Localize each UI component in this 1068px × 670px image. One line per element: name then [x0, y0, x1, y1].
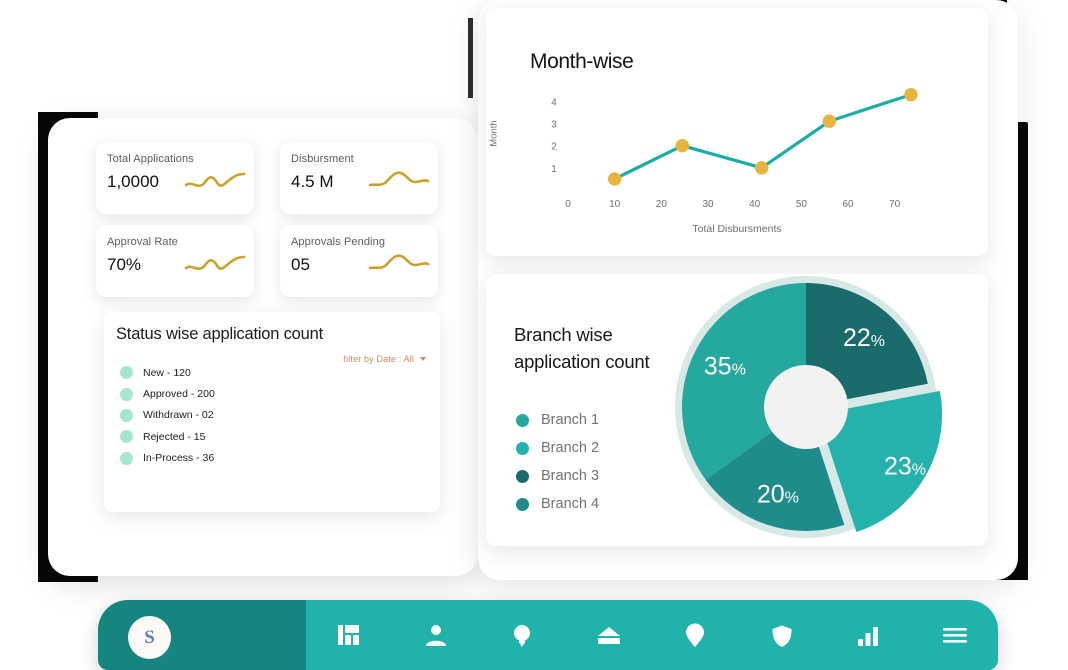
nav-item-menu[interactable]	[912, 600, 999, 670]
sparkline-icon	[184, 255, 246, 271]
status-dot	[120, 387, 133, 401]
legend-label: Branch 4	[541, 496, 600, 512]
status-wise-application-count-card: Status wise application count filter by …	[104, 312, 440, 512]
app-logo[interactable]: S	[128, 616, 171, 659]
kpi-label: Approvals Pending	[291, 236, 386, 248]
kpi-label: Disbursment	[291, 153, 354, 165]
branch-wise-chart-card: Branch wise application count Branch 1 B…	[486, 274, 988, 546]
x-tick-labels: 0 10 20 30 40 50 60 70	[565, 199, 900, 210]
svg-text:4: 4	[551, 97, 557, 108]
legend-color-swatch	[516, 497, 529, 511]
svg-text:30: 30	[702, 199, 714, 210]
status-label: In-Process - 36	[143, 452, 215, 465]
shield-icon	[772, 625, 792, 647]
list-item[interactable]: Approved - 200	[120, 383, 215, 404]
home-icon	[597, 627, 620, 644]
status-card-title: Status wise application count	[116, 325, 323, 343]
kpi-label: Total Applications	[107, 153, 194, 165]
kpi-card-approvals-pending[interactable]: Approvals Pending 05	[280, 225, 438, 297]
bottom-navigation-bar: S	[98, 600, 998, 670]
kpi-value: 70%	[107, 255, 142, 274]
status-list: New - 120 Approved - 200 Withdrawn - 02 …	[120, 362, 215, 469]
kpi-label: Approval Rate	[107, 236, 179, 248]
device-frame-tick	[468, 18, 473, 98]
status-label: Withdrawn - 02	[143, 409, 214, 422]
filter-by-date-label: filter by Date : All	[343, 354, 414, 364]
list-item[interactable]: New - 120	[120, 362, 215, 383]
svg-text:50: 50	[796, 199, 808, 210]
list-item[interactable]: Withdrawn - 02	[120, 405, 215, 426]
kpi-value: 05	[291, 255, 310, 274]
legend-color-swatch	[516, 413, 529, 427]
chevron-down-icon	[420, 357, 426, 361]
legend-label: Branch 2	[541, 440, 600, 456]
legend-item[interactable]: Branch 2	[516, 434, 599, 462]
kpi-value: 4.5 M	[291, 172, 334, 191]
status-label: Rejected - 15	[143, 430, 206, 443]
location-pin-icon	[686, 623, 705, 647]
nav-item-reports[interactable]	[825, 600, 912, 670]
status-dot	[120, 366, 133, 380]
svg-text:1: 1	[551, 164, 557, 175]
nav-item-insights[interactable]	[479, 600, 566, 670]
chart-legend: Branch 1 Branch 2 Branch 3 Branch 4	[516, 406, 599, 518]
user-icon	[425, 625, 446, 646]
list-item[interactable]: Rejected - 15	[120, 426, 215, 447]
legend-item[interactable]: Branch 1	[516, 406, 599, 434]
lightbulb-icon	[514, 625, 531, 647]
kpi-card-approval-rate[interactable]: Approval Rate 70%	[96, 225, 254, 297]
line-chart-plot: 1 2 3 4 0 10 20 30 40 50 60 70	[551, 87, 918, 210]
sparkline-icon	[184, 172, 246, 188]
status-label: Approved - 200	[143, 388, 215, 401]
nav-items	[306, 600, 998, 670]
svg-text:20: 20	[656, 199, 668, 210]
legend-item[interactable]: Branch 4	[516, 490, 599, 518]
chart-title: Month-wise	[530, 50, 634, 73]
data-point-markers	[607, 87, 918, 186]
legend-color-swatch	[516, 441, 529, 455]
svg-text:70: 70	[889, 199, 901, 210]
nav-item-security[interactable]	[739, 600, 826, 670]
svg-text:40: 40	[749, 199, 761, 210]
list-item[interactable]: In-Process - 36	[120, 448, 215, 469]
nav-item-users[interactable]	[393, 600, 480, 670]
kpi-value: 1,0000	[107, 172, 159, 191]
status-label: New - 120	[143, 366, 191, 379]
svg-text:3: 3	[551, 119, 557, 130]
svg-text:10: 10	[609, 199, 621, 210]
status-dot	[120, 408, 133, 422]
filter-by-date-dropdown[interactable]: filter by Date : All	[343, 354, 426, 364]
chart-x-axis-label: Total Disbursments	[692, 223, 782, 235]
month-wise-chart-card: Month-wise Month Total Disbursments 1 2 3 4…	[486, 8, 988, 256]
y-tick-labels: 1 2 3 4	[551, 97, 557, 175]
sparkline-icon	[368, 171, 430, 187]
status-dot	[120, 430, 133, 444]
bar-chart-icon	[858, 627, 879, 646]
kpi-card-disbursment[interactable]: Disbursment 4.5 M	[280, 142, 438, 214]
donut-chart-plot: 22%23%20%35%	[675, 276, 943, 538]
nav-item-home[interactable]	[566, 600, 653, 670]
nav-brand-panel: S	[98, 600, 306, 670]
legend-label: Branch 3	[541, 468, 600, 484]
nav-item-locations[interactable]	[652, 600, 739, 670]
donut-center-hole	[764, 365, 848, 449]
svg-text:60: 60	[842, 199, 854, 210]
status-dot	[120, 451, 133, 465]
legend-color-swatch	[516, 469, 529, 483]
chart-y-axis-label: Month	[488, 120, 500, 147]
dashboard-grid-icon	[338, 625, 360, 645]
kpi-card-total-applications[interactable]: Total Applications 1,0000	[96, 142, 254, 214]
legend-item[interactable]: Branch 3	[516, 462, 599, 490]
legend-label: Branch 1	[541, 412, 600, 428]
svg-text:2: 2	[551, 142, 557, 153]
dashboard-mockup: Total Applications 1,0000 Disbursment 4.…	[0, 0, 1068, 670]
nav-item-dashboard[interactable]	[306, 600, 393, 670]
hamburger-menu-icon	[942, 628, 967, 643]
sparkline-icon	[368, 254, 430, 270]
svg-text:0: 0	[565, 199, 571, 210]
